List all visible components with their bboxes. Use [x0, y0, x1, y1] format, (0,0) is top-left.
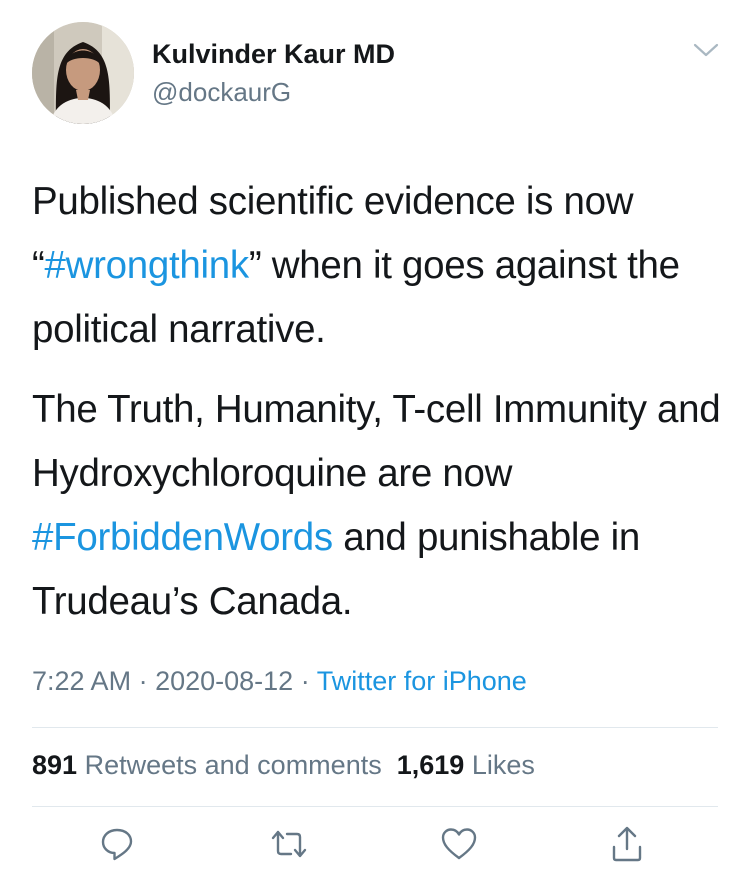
- reply-icon: [101, 828, 133, 861]
- tweet-text: Published scientific evidence is now “#w…: [32, 170, 722, 634]
- divider: [32, 727, 718, 728]
- likes-stat[interactable]: 1,619 Likes: [397, 750, 535, 780]
- meta-separator: ·: [131, 666, 156, 696]
- tweet-date: 2020-08-12: [155, 666, 294, 696]
- heart-icon: [441, 828, 477, 860]
- likes-label: Likes: [471, 750, 535, 780]
- tweet-meta: 7:22 AM · 2020-08-12 · Twitter for iPhon…: [32, 666, 527, 697]
- retweets-count: 891: [32, 750, 78, 780]
- likes-count: 1,619: [396, 750, 465, 780]
- share-button[interactable]: [605, 822, 649, 866]
- retweet-icon: [271, 830, 307, 858]
- tweet-stats: 891 Retweets and comments 1,619 Likes: [32, 750, 535, 781]
- avatar[interactable]: [32, 22, 134, 124]
- meta-separator: ·: [293, 666, 317, 696]
- divider: [32, 806, 718, 807]
- tweet-time: 7:22 AM: [32, 666, 132, 696]
- tweet-actions: [0, 822, 748, 872]
- hashtag-link[interactable]: #wrongthink: [45, 244, 250, 287]
- tweet-header: Kulvinder Kaur MD @dockaurG: [32, 22, 720, 126]
- tweet-paragraph: Published scientific evidence is now “#w…: [32, 170, 722, 362]
- share-icon: [612, 826, 642, 862]
- retweets-stat[interactable]: 891 Retweets and comments: [32, 750, 382, 780]
- like-button[interactable]: [437, 822, 481, 866]
- text-segment: The Truth, Humanity, T-cell Immunity and…: [32, 388, 721, 495]
- tweet-paragraph: The Truth, Humanity, T-cell Immunity and…: [32, 378, 722, 634]
- tweet-source-link[interactable]: Twitter for iPhone: [317, 666, 527, 696]
- retweets-label: Retweets and comments: [84, 750, 382, 780]
- chevron-down-icon[interactable]: [692, 40, 720, 60]
- retweet-button[interactable]: [267, 822, 311, 866]
- author-handle[interactable]: @dockaurG: [152, 77, 291, 108]
- author-name[interactable]: Kulvinder Kaur MD: [152, 39, 395, 70]
- hashtag-link[interactable]: #ForbiddenWords: [32, 516, 333, 559]
- reply-button[interactable]: [95, 822, 139, 866]
